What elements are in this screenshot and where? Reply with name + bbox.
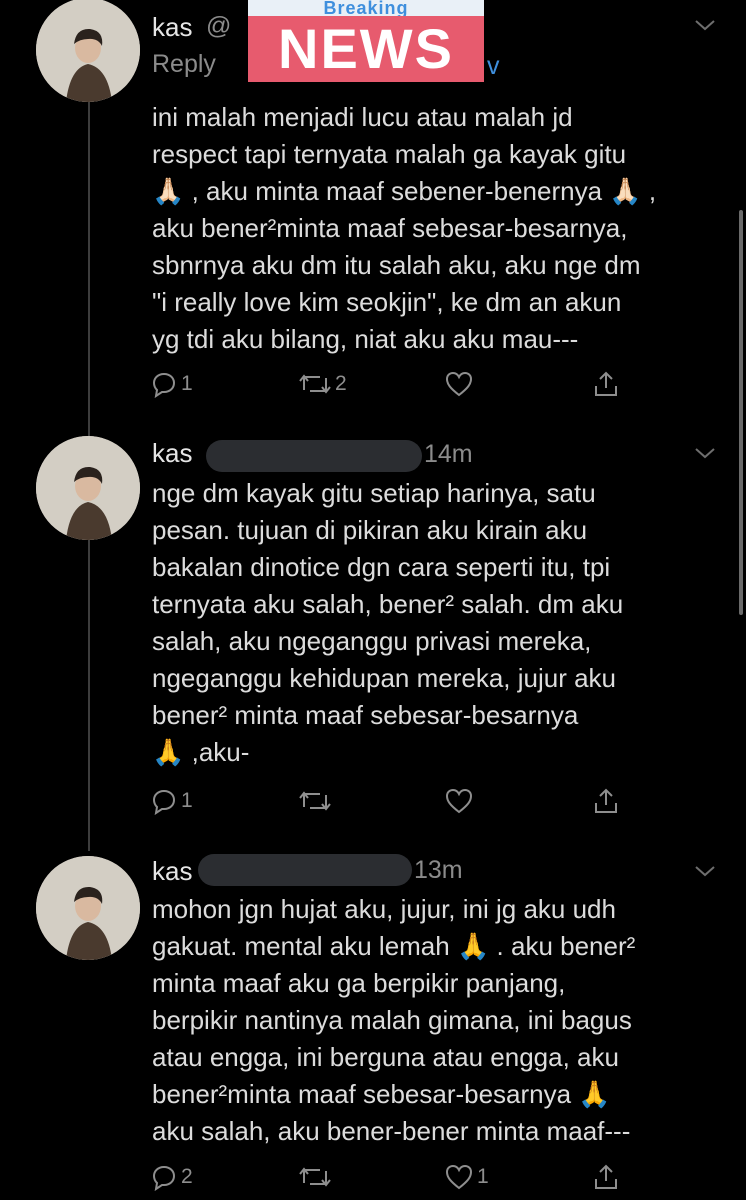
banner-small-text: Breaking bbox=[248, 0, 484, 16]
chevron-down-icon[interactable] bbox=[688, 14, 722, 36]
tweet[interactable]: kas 13m mohon jgn hujat aku, jujur, ini … bbox=[0, 840, 746, 1200]
like-button[interactable] bbox=[444, 786, 477, 816]
share-icon bbox=[595, 371, 617, 396]
heart-icon bbox=[445, 788, 473, 814]
retweet-button[interactable]: 2 bbox=[298, 369, 347, 399]
heart-icon bbox=[445, 371, 473, 397]
share-button[interactable] bbox=[592, 786, 620, 816]
avatar-image bbox=[36, 436, 140, 540]
share-icon bbox=[595, 788, 617, 813]
reply-count: 2 bbox=[181, 1165, 193, 1188]
reply-icon bbox=[152, 372, 176, 398]
tweet-text: mohon jgn hujat aku, jujur, ini jg aku u… bbox=[152, 894, 636, 1146]
reply-icon bbox=[152, 789, 176, 815]
share-icon bbox=[595, 1164, 617, 1189]
heart-icon bbox=[445, 1164, 473, 1190]
reply-label: Reply bbox=[152, 50, 216, 78]
chevron-down-icon[interactable] bbox=[688, 442, 722, 464]
tweet-text: nge dm kayak gitu setiap harinya, satu p… bbox=[152, 478, 624, 767]
retweet-icon bbox=[299, 791, 331, 811]
tweet-time[interactable]: 14m bbox=[424, 440, 473, 469]
reply-icon bbox=[152, 1165, 176, 1191]
avatar-image bbox=[36, 856, 140, 960]
share-button[interactable] bbox=[592, 369, 620, 399]
retweet-button[interactable] bbox=[298, 786, 335, 816]
tweet[interactable]: kas 14m nge dm kayak gitu setiap harinya… bbox=[0, 420, 746, 840]
avatar[interactable] bbox=[36, 0, 140, 102]
retweet-button[interactable] bbox=[298, 1162, 335, 1192]
reply-count: 1 bbox=[181, 372, 193, 395]
handle-fragment: @ bbox=[206, 12, 232, 40]
reply-handle-tail[interactable]: v bbox=[487, 52, 500, 81]
avatar[interactable] bbox=[36, 856, 140, 960]
reply-button[interactable]: 1 bbox=[150, 369, 193, 399]
tweet-text: ini malah menjadi lucu atau malah jd res… bbox=[152, 102, 657, 354]
redacted-handle bbox=[198, 854, 412, 886]
tweet-time[interactable]: 13m bbox=[414, 856, 463, 885]
display-name[interactable]: kas bbox=[152, 12, 192, 43]
reply-button[interactable]: 2 bbox=[150, 1162, 193, 1192]
like-button[interactable]: 1 bbox=[444, 1162, 489, 1192]
like-count: 1 bbox=[477, 1165, 489, 1188]
retweet-count: 2 bbox=[335, 372, 347, 395]
display-name[interactable]: kas bbox=[152, 856, 192, 887]
tweet-actions: 1 bbox=[150, 786, 630, 816]
banner-big-text: NEWS bbox=[248, 16, 484, 82]
retweet-icon bbox=[299, 1167, 331, 1187]
avatar[interactable] bbox=[36, 436, 140, 540]
redacted-handle bbox=[206, 440, 422, 472]
chevron-down-icon[interactable] bbox=[688, 860, 722, 882]
reply-button[interactable]: 1 bbox=[150, 786, 193, 816]
retweet-icon bbox=[299, 374, 331, 394]
like-button[interactable] bbox=[444, 369, 477, 399]
share-button[interactable] bbox=[592, 1162, 620, 1192]
tweet-actions: 2 1 bbox=[150, 1162, 630, 1192]
avatar-image bbox=[36, 0, 140, 102]
display-name[interactable]: kas bbox=[152, 438, 192, 469]
breaking-news-banner: Breaking NEWS bbox=[248, 0, 484, 84]
replying-to[interactable]: Reply bbox=[152, 50, 216, 79]
tweet-actions: 1 2 bbox=[150, 369, 630, 399]
reply-count: 1 bbox=[181, 789, 193, 812]
